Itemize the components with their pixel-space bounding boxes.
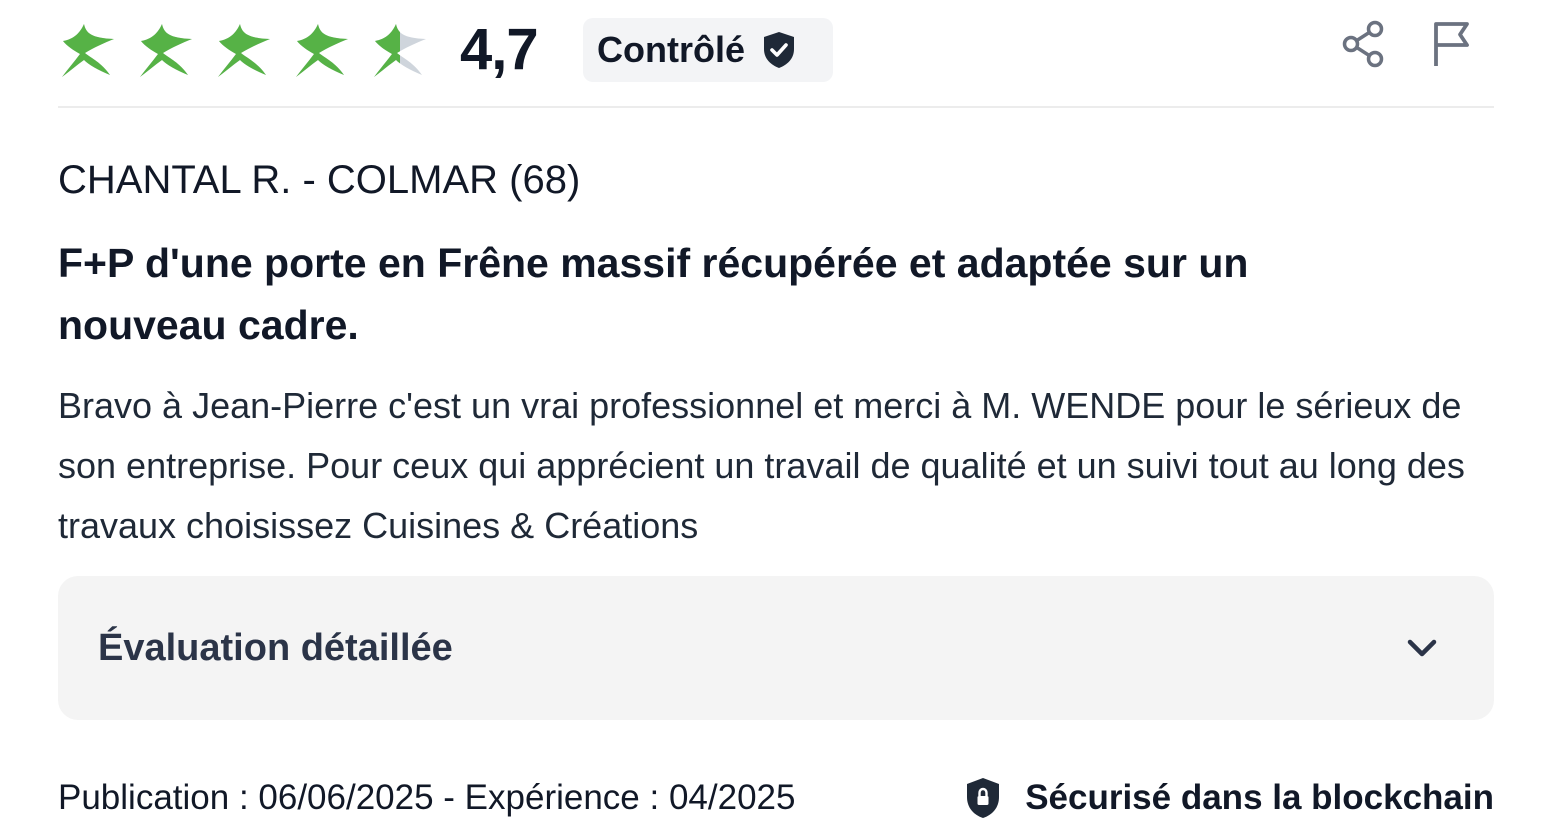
flag-icon[interactable] xyxy=(1424,16,1480,72)
review-author: CHANTAL R. - COLMAR (68) xyxy=(58,158,581,202)
verified-badge: Contrôlé xyxy=(583,18,833,82)
share-icon[interactable] xyxy=(1336,16,1392,72)
star-half-icon xyxy=(370,20,430,80)
star-icon xyxy=(214,20,274,80)
chevron-down-icon xyxy=(1402,628,1442,668)
star-icon xyxy=(58,20,118,80)
star-icon xyxy=(136,20,196,80)
star-icon xyxy=(292,20,352,80)
detailed-evaluation-toggle[interactable]: Évaluation détaillée xyxy=(58,576,1494,720)
review-actions xyxy=(1304,16,1480,72)
secure-label: Sécurisé dans la blockchain xyxy=(1025,778,1494,817)
publication-meta: Publication : 06/06/2025 - Expérience : … xyxy=(58,778,796,817)
review-card: 4,7 Contrôlé CHANTAL R. - COLMAR (68) F+… xyxy=(58,0,1494,835)
review-title: F+P d'une porte en Frêne massif récupéré… xyxy=(58,240,1249,348)
verified-label: Contrôlé xyxy=(597,29,745,70)
blockchain-badge: Sécurisé dans la blockchain xyxy=(965,772,1494,824)
lock-shield-icon xyxy=(965,776,1001,820)
review-body: Bravo à Jean-Pierre c'est un vrai profes… xyxy=(58,385,1465,546)
star-rating xyxy=(58,20,448,80)
rating-value: 4,7 xyxy=(460,17,539,82)
shield-check-icon xyxy=(761,30,797,70)
review-header: 4,7 Contrôlé xyxy=(58,0,1494,108)
detailed-evaluation-label: Évaluation détaillée xyxy=(98,627,453,669)
